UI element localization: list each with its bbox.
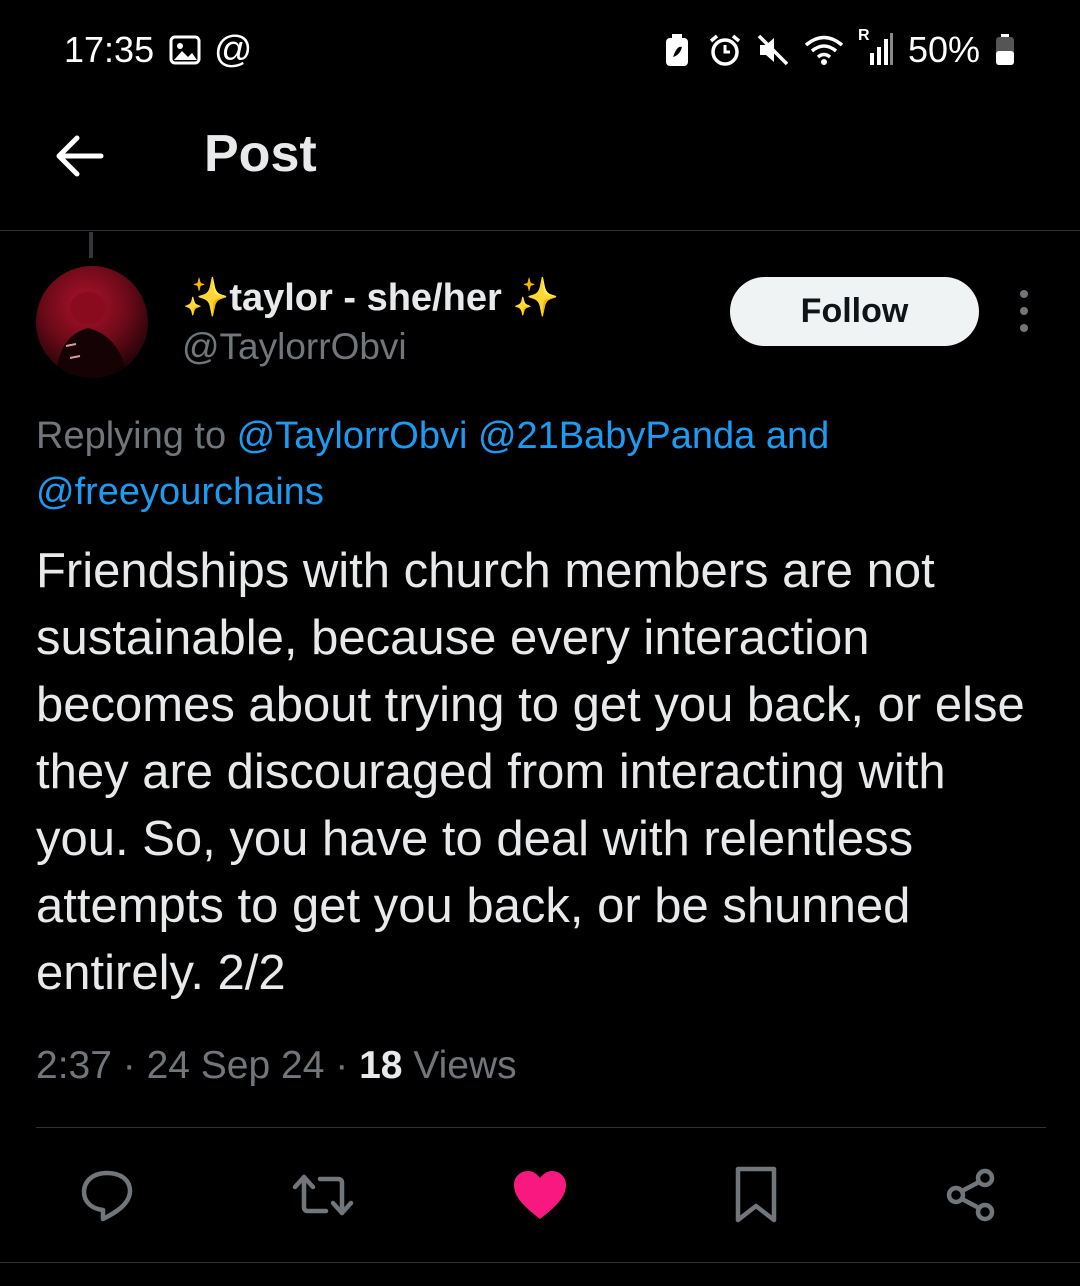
status-time: 17:35 — [64, 29, 155, 70]
action-bar — [0, 1160, 1080, 1236]
tweet-meta: 2:37 · 24 Sep 24 · 18 Views — [36, 1044, 517, 1088]
bottom-divider — [0, 1262, 1080, 1263]
avatar[interactable] — [36, 266, 148, 378]
display-name[interactable]: ✨taylor - she/her ✨ — [182, 276, 560, 320]
back-button[interactable] — [52, 128, 108, 184]
status-bar: 17:35 @ R 50% — [0, 0, 1080, 100]
page-title: Post — [204, 125, 317, 183]
image-icon — [168, 33, 202, 67]
top-app-bar: Post — [0, 100, 1080, 231]
tweet-date[interactable]: 24 Sep 24 — [147, 1044, 325, 1087]
retweet-icon — [292, 1174, 354, 1216]
reply-button[interactable] — [72, 1160, 142, 1230]
divider — [36, 1127, 1046, 1128]
follow-button[interactable]: Follow — [730, 277, 979, 346]
at-icon: @ — [213, 28, 253, 71]
mention-link[interactable]: @21BabyPanda — [478, 415, 755, 457]
replying-prefix: Replying to — [36, 415, 237, 457]
bookmark-button[interactable] — [721, 1160, 791, 1230]
meta-separator: · — [111, 1044, 147, 1087]
replying-to: Replying to @TaylorrObvi @21BabyPanda an… — [36, 408, 1036, 520]
reply-icon — [81, 1170, 133, 1222]
roaming-label: R — [857, 27, 870, 44]
wifi-icon — [804, 33, 844, 67]
battery-percent: 50% — [907, 29, 980, 70]
more-dot — [1020, 324, 1028, 332]
mute-icon — [756, 33, 790, 67]
thread-connector — [89, 232, 93, 258]
mention-link[interactable]: @freeyourchains — [36, 471, 324, 513]
tweet-time[interactable]: 2:37 — [36, 1044, 112, 1087]
signal-icon: R — [858, 27, 894, 67]
views-count: 18 — [359, 1044, 403, 1087]
status-right: R 50% — [660, 27, 1016, 71]
more-dot — [1020, 290, 1028, 298]
battery-saver-icon — [660, 33, 694, 67]
user-handle[interactable]: @TaylorrObvi — [182, 326, 407, 368]
mention-link[interactable]: @TaylorrObvi — [237, 415, 468, 457]
alarm-icon — [708, 33, 742, 67]
avatar-image — [56, 292, 128, 378]
more-options-button[interactable] — [1008, 290, 1040, 332]
like-button[interactable] — [505, 1160, 575, 1230]
tweet-text: Friendships with church members are not … — [36, 544, 1025, 1000]
share-icon — [946, 1168, 995, 1222]
views-label: Views — [413, 1044, 517, 1087]
share-button[interactable] — [936, 1160, 1006, 1230]
battery-icon — [994, 33, 1016, 67]
back-arrow-icon — [56, 135, 104, 177]
more-dot — [1020, 307, 1028, 315]
like-icon — [514, 1171, 566, 1219]
bookmark-icon — [735, 1166, 777, 1223]
meta-separator: · — [324, 1044, 360, 1087]
mention-and[interactable]: and — [766, 415, 829, 457]
repost-button[interactable] — [288, 1160, 358, 1230]
status-left: 17:35 @ — [64, 28, 253, 71]
